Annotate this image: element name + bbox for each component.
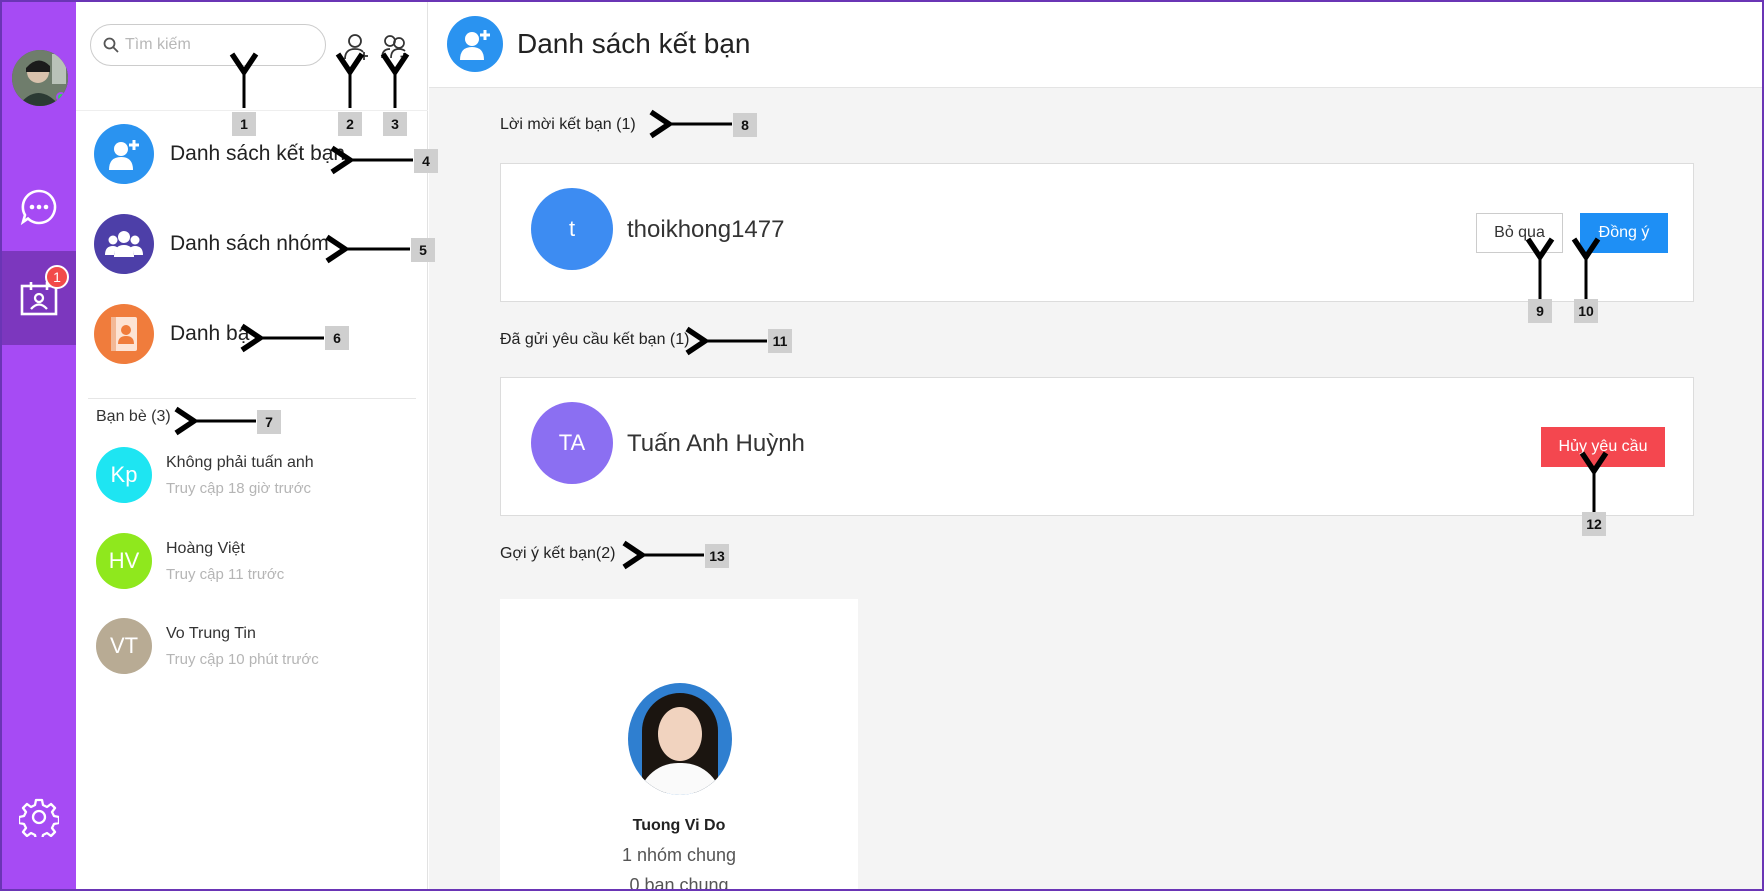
- friend-avatar: HV: [96, 533, 152, 589]
- annotation-label: 9: [1528, 299, 1552, 323]
- friend-request-card: t thoikhong1477 Bỏ qua Đồng ý: [500, 163, 1694, 302]
- main-panel: Danh sách kết bạn Lời mời kết bạn (1) t …: [429, 2, 1762, 891]
- main-header: Danh sách kết bạn: [429, 2, 1762, 88]
- request-name: thoikhong1477: [627, 216, 785, 243]
- friend-avatar: Kp: [96, 447, 152, 503]
- annotation-label: 1: [232, 112, 256, 136]
- suggestion-card[interactable]: Tuong Vi Do 1 nhóm chung 0 bạn chung: [500, 599, 858, 891]
- page-title: Danh sách kết bạn: [517, 28, 751, 59]
- skip-button[interactable]: Bỏ qua: [1476, 213, 1563, 253]
- friend-item[interactable]: VT Vo Trung Tin Truy cập 10 phút trước: [96, 616, 426, 676]
- menu-item-label: Danh bạ: [170, 322, 250, 345]
- add-group-icon: [381, 35, 408, 60]
- annotation-label: 8: [733, 113, 757, 137]
- menu-item-groups[interactable]: Danh sách nhóm: [94, 209, 424, 279]
- app-window: 1 Tìm kiếm Danh sách kết bạn Danh sách n…: [0, 0, 1764, 891]
- annotation-label: 12: [1582, 512, 1606, 536]
- friend-status: Truy cập 11 trước: [166, 565, 285, 583]
- gear-icon: [19, 798, 59, 837]
- suggestion-groups: 1 nhóm chung: [621, 845, 737, 865]
- sent-request-card: TA Tuấn Anh Huỳnh Hủy yêu cầu: [500, 377, 1694, 516]
- friend-item[interactable]: Kp Không phải tuấn anh Truy cập 18 giờ t…: [96, 445, 426, 505]
- settings-button[interactable]: [2, 792, 76, 842]
- friend-name: Vo Trung Tin: [166, 624, 256, 642]
- sent-avatar: TA: [531, 402, 613, 484]
- notification-badge: 1: [45, 265, 69, 289]
- search-icon: [103, 37, 119, 53]
- cancel-request-button[interactable]: Hủy yêu cầu: [1541, 427, 1665, 467]
- create-group-button[interactable]: [378, 30, 412, 64]
- annotation-label: 4: [414, 149, 438, 173]
- accept-button[interactable]: Đồng ý: [1580, 213, 1668, 253]
- sidebar-divider: [76, 110, 428, 111]
- menu-item-label: Danh sách nhóm: [170, 232, 329, 255]
- suggestion-mutual-friends: 0 bạn chung: [629, 875, 729, 891]
- menu-item-friend-requests[interactable]: Danh sách kết bạn: [94, 119, 424, 189]
- online-indicator: [56, 92, 66, 102]
- friend-avatar: VT: [96, 618, 152, 674]
- left-rail: 1: [2, 2, 76, 889]
- add-friend-list-icon: [447, 16, 503, 72]
- search-box[interactable]: [90, 24, 326, 66]
- annotation-label: 2: [338, 112, 362, 136]
- add-friend-list-icon: [94, 124, 154, 184]
- menu-item-label: Danh sách kết bạn: [170, 142, 346, 165]
- suggestion-name: Tuong Vi Do: [632, 817, 726, 834]
- chat-icon: [20, 189, 57, 226]
- annotation-label: 7: [257, 410, 281, 434]
- suggestion-photo: [628, 683, 732, 795]
- sidebar-divider: [88, 398, 416, 399]
- friend-name: Không phải tuấn anh: [166, 453, 314, 471]
- friend-status: Truy cập 10 phút trước: [166, 650, 319, 668]
- request-avatar: t: [531, 188, 613, 270]
- add-friend-button[interactable]: [340, 30, 374, 64]
- contacts-nav-button[interactable]: 1: [2, 251, 76, 345]
- annotation-label: 10: [1574, 299, 1598, 323]
- chat-nav-button[interactable]: [2, 160, 76, 254]
- annotation-label: 6: [325, 326, 349, 350]
- sent-name: Tuấn Anh Huỳnh: [627, 430, 805, 457]
- friend-name: Hoàng Việt: [166, 539, 245, 557]
- friends-header: Bạn bè (3): [96, 408, 171, 425]
- menu-item-phonebook[interactable]: Danh bạ: [94, 299, 424, 369]
- suggest-section-title: Gợi ý kết bạn(2): [500, 545, 616, 562]
- phonebook-icon: [94, 304, 154, 364]
- sent-section-title: Đã gửi yêu cầu kết bạn (1): [500, 331, 690, 348]
- user-avatar[interactable]: [12, 50, 68, 106]
- requests-section-title: Lời mời kết bạn (1): [500, 116, 636, 133]
- add-user-icon: [344, 34, 368, 60]
- group-list-icon: [94, 214, 154, 274]
- annotation-label: 5: [411, 238, 435, 262]
- friend-item[interactable]: HV Hoàng Việt Truy cập 11 trước: [96, 531, 426, 591]
- annotation-label: 11: [768, 329, 792, 353]
- search-input[interactable]: [125, 36, 305, 54]
- annotation-label: 3: [383, 112, 407, 136]
- annotation-label: 13: [705, 544, 729, 568]
- suggestion-photo-face: [658, 707, 702, 761]
- friend-status: Truy cập 18 giờ trước: [166, 479, 312, 497]
